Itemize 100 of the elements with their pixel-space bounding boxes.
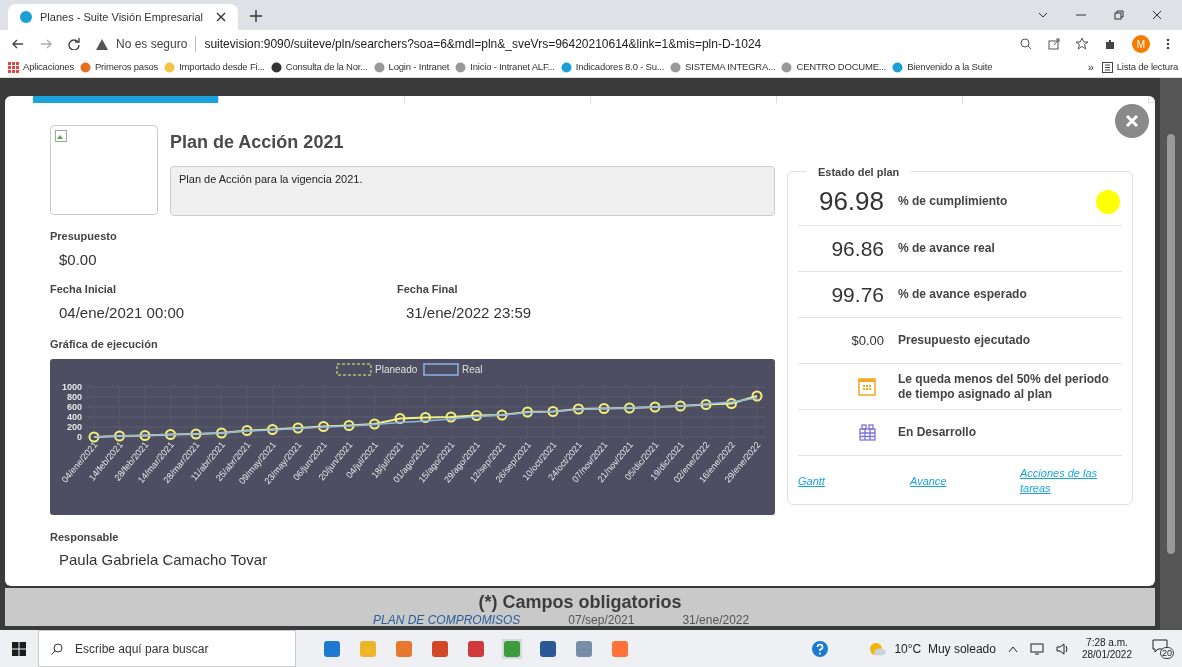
- close-icon[interactable]: [216, 12, 226, 22]
- app-icon[interactable]: [502, 638, 522, 659]
- calendar-icon: [858, 377, 876, 396]
- more-bookmarks-button[interactable]: »: [1087, 59, 1094, 76]
- data-point: [445, 411, 457, 422]
- sun-cloud-icon: [870, 641, 887, 656]
- data-point: [394, 412, 406, 424]
- speaker-icon[interactable]: [1055, 642, 1070, 655]
- bookmark[interactable]: Consulta de la Nor...: [270, 60, 368, 75]
- data-point: [318, 420, 329, 432]
- app-icon[interactable]: [394, 638, 414, 659]
- data-point: [292, 422, 304, 433]
- app-icon[interactable]: [322, 638, 342, 659]
- description-field[interactable]: Plan de Acción para la vigencia 2021.: [170, 166, 775, 216]
- field-label: Responsable: [50, 529, 120, 545]
- y-tick-label: 800: [66, 391, 82, 402]
- field-value: 31/ene/2022 23:59: [405, 302, 532, 323]
- favicon-icon: [781, 62, 793, 73]
- data-point: [190, 428, 202, 439]
- app-icon[interactable]: [466, 638, 486, 659]
- required-fields-note: (*) Campos obligatorios: [478, 592, 682, 612]
- field-label: Fecha Inicial: [50, 282, 118, 297]
- chevron-icon[interactable]: [1038, 10, 1048, 20]
- restore-icon[interactable]: [1114, 10, 1124, 20]
- data-point: [241, 424, 253, 436]
- chart-title: Gráfica de ejecución: [50, 337, 159, 352]
- bookmark[interactable]: Bienvenido a la Suite: [892, 60, 993, 75]
- app-icon[interactable]: [538, 638, 558, 659]
- data-point: [114, 430, 125, 441]
- windows-start-icon[interactable]: [12, 641, 26, 656]
- field-label: Presupuesto: [50, 229, 118, 244]
- warning-icon: [96, 38, 108, 50]
- help-icon[interactable]: [812, 640, 829, 657]
- data-point: [624, 402, 635, 413]
- favicon-icon: [560, 62, 572, 73]
- bookmark[interactable]: CENTRO DOCUME...: [781, 60, 887, 75]
- status-label: % de avance real: [897, 241, 996, 256]
- status-label: % de cumplimiento: [897, 194, 1009, 209]
- legend-swatch: [336, 363, 372, 375]
- clock[interactable]: 7:28 a.m. 28/01/2022: [1081, 636, 1132, 661]
- list-icon: [1101, 62, 1113, 73]
- bookmark[interactable]: Primeros pasos: [79, 60, 159, 75]
- favicon-icon: [670, 62, 682, 73]
- metric-value: 96.98: [818, 185, 884, 218]
- reload-icon[interactable]: [68, 38, 80, 50]
- weather-widget[interactable]: 10°C Muy soleado: [870, 639, 996, 658]
- taskbar-search-field[interactable]: Escribe aquí para buscar: [38, 630, 296, 667]
- date-cell: 31/ene/2022: [682, 615, 750, 626]
- tab-title: Planes - Suite Visión Empresarial: [40, 9, 204, 25]
- field-value: $0.00: [58, 249, 98, 270]
- data-point: [165, 428, 176, 440]
- close-icon[interactable]: [1152, 10, 1162, 20]
- url-field[interactable]: suitevision:9090/suiteve/pln/searchers?soa=6&mdl=pln&_sveVrs=96420210614&link=1&mis=pln-D-1024: [204, 35, 762, 53]
- data-point: [216, 427, 227, 438]
- data-point: [751, 390, 763, 401]
- notifications-button[interactable]: 20: [1152, 638, 1174, 659]
- bookmark[interactable]: Importado desde Fi...: [164, 60, 265, 75]
- data-point: [420, 411, 431, 423]
- data-point: [343, 419, 355, 431]
- legend-label: Planeado: [375, 363, 418, 375]
- legend-label: Real: [462, 363, 483, 375]
- bookmark[interactable]: SISTEMA INTEGRA...: [670, 60, 776, 75]
- close-icon: [1125, 114, 1139, 128]
- bookmark[interactable]: Indicadores 8.0 - Su...: [560, 60, 665, 75]
- plan-link[interactable]: PLAN DE COMPROMISOS: [373, 615, 521, 626]
- app-icon[interactable]: [574, 638, 594, 659]
- browser-tab[interactable]: Planes - Suite Visión Empresarial: [8, 4, 238, 30]
- star-icon[interactable]: [1076, 38, 1088, 50]
- bookmark[interactable]: Login - Intranet: [373, 60, 450, 75]
- site-icon: [20, 11, 32, 23]
- chevron-up-icon[interactable]: [1007, 644, 1018, 653]
- data-point: [88, 431, 100, 442]
- data-point: [598, 402, 610, 414]
- y-tick-label: 1000: [61, 381, 82, 392]
- data-point: [471, 409, 482, 421]
- date-cell: 07/sep/2021: [568, 615, 635, 626]
- favicon-icon: [79, 62, 91, 73]
- field-label: Fecha Final: [397, 282, 459, 297]
- data-point: [496, 409, 508, 420]
- zoom-icon[interactable]: [1020, 38, 1032, 50]
- more-icon[interactable]: [1166, 38, 1170, 50]
- status-label: Presupuesto ejecutado: [897, 333, 1032, 348]
- close-button[interactable]: [1115, 104, 1149, 138]
- bookmark[interactable]: Inicio - Intranet ALF...: [455, 60, 555, 75]
- back-icon[interactable]: [12, 38, 24, 50]
- share-icon[interactable]: [1048, 38, 1060, 50]
- metric-value: 96.86: [831, 235, 884, 262]
- scrollbar-thumb[interactable]: [1167, 134, 1175, 554]
- app-icon[interactable]: [430, 638, 450, 659]
- forward-icon[interactable]: [40, 38, 52, 50]
- y-tick-label: 200: [66, 421, 82, 432]
- data-point: [139, 429, 151, 441]
- new-tab-icon[interactable]: [250, 10, 262, 22]
- bookmark[interactable]: Aplicaciones: [8, 60, 74, 75]
- metric-value: $0.00: [851, 331, 884, 350]
- field-value: 04/ene/2021 00:00: [58, 302, 186, 323]
- apps-icon: [8, 62, 19, 73]
- reading-list-button[interactable]: Lista de lectura: [1101, 60, 1178, 75]
- data-point: [649, 401, 661, 412]
- favicon-icon: [892, 62, 904, 73]
